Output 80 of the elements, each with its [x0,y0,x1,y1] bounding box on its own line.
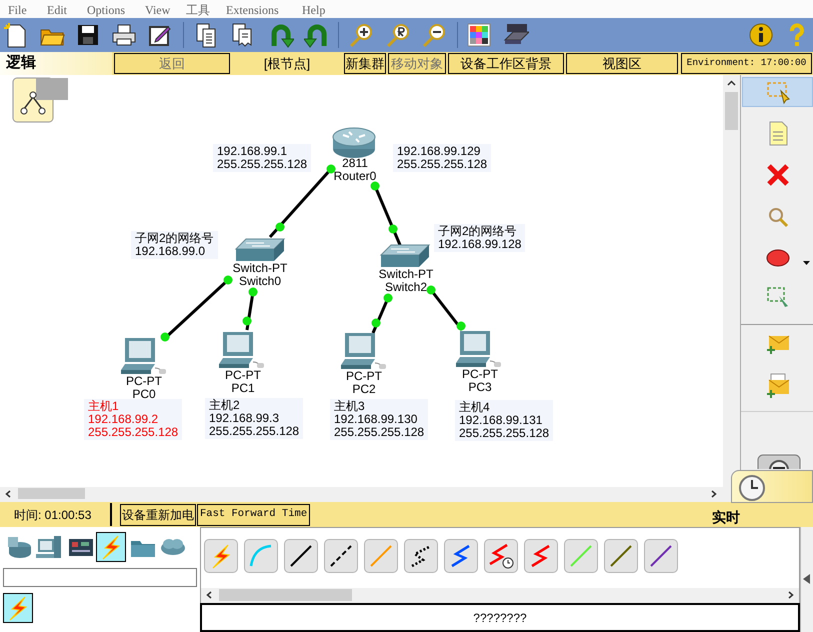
realtime-mode-label: 实时 [712,508,740,527]
device-name-label: PC1 [231,382,255,395]
computer-icon[interactable] [341,331,387,371]
annotation-note[interactable]: 主机1 192.168.99.2 255.255.255.128 [84,399,182,440]
device-model-label: PC-PT [126,375,162,388]
status-field: ???????? [200,603,800,632]
palette-icon[interactable] [466,22,492,48]
environment-time[interactable]: Environment: 17:00:00 [681,53,812,74]
logical-mode-tab[interactable]: 逻辑 [0,52,112,75]
annotation-note[interactable]: 主机4 192.168.99.131 255.255.255.128 [455,400,554,441]
dropdown-caret-icon[interactable] [803,261,810,265]
scrollbar-thumb[interactable] [18,488,85,499]
device-model-label: Switch-PT [378,268,434,281]
device-model-label: PC-PT [225,369,261,382]
zoom-out-icon[interactable] [421,22,447,48]
device-name-label: PC3 [468,381,492,394]
logical-view-icon[interactable] [12,77,70,124]
menu-item[interactable]: Options [87,1,126,19]
link-line[interactable] [370,182,402,246]
fast-forward-button[interactable]: Fast Forward Time [197,504,310,526]
zoom-reset-icon[interactable] [385,22,411,48]
menu-item[interactable]: Extensions [226,1,279,19]
link-line[interactable] [426,286,466,331]
device-name-label: Switch0 [238,275,282,288]
annotation-note[interactable]: 192.168.99.1 255.255.255.128 [213,144,312,172]
link-line[interactable] [242,288,258,330]
clock-icon [738,474,766,502]
print-icon[interactable] [111,22,137,48]
info-icon[interactable] [748,22,774,48]
switch-icon[interactable] [234,237,286,263]
scrollbar-thumb[interactable] [219,589,352,601]
computer-icon [35,533,63,561]
scroll-right-icon[interactable] [711,490,717,498]
scrollbar-thumb[interactable] [725,92,738,130]
collapse-arrow-icon[interactable] [803,574,811,584]
device-search-field[interactable] [3,568,197,587]
toolbar-button[interactable]: 视图区 [566,53,678,74]
switch-icon[interactable] [379,243,431,269]
device-model-label: PC-PT [462,368,498,381]
cable-scrollbar[interactable] [200,588,800,603]
menu-item[interactable]: View [145,1,170,19]
device-name-label: Router0 [334,170,376,183]
device-model-label: Switch-PT [232,262,288,275]
computer-icon[interactable] [219,330,265,370]
annotation-note[interactable]: 主机3 192.168.99.130 255.255.255.128 [330,399,428,440]
toolbar-button[interactable]: 设备工作区背景 [448,53,564,74]
device-model-label: PC-PT [346,370,382,383]
device-model-label: 2811 [342,157,368,170]
realtime-tab[interactable] [731,470,813,503]
link-line[interactable] [160,276,232,342]
simulation-time: 时间: 01:00:53 [13,506,92,524]
stopwatch-icon[interactable] [757,454,801,469]
scroll-left-icon[interactable] [5,490,11,498]
delete-icon [764,162,790,188]
computer-icon[interactable] [456,329,502,369]
breadcrumb-label: [根节点] [262,54,312,73]
annotation-note[interactable]: 子网2的网络号 192.168.99.0 [131,231,218,259]
zoom-in-icon[interactable] [348,22,374,48]
menu-item[interactable]: 工具 [186,1,210,19]
scroll-left-icon[interactable] [206,591,212,599]
device-button[interactable] [3,593,33,623]
annotation-note[interactable]: 192.168.99.129 255.255.255.128 [393,144,492,172]
device-category-button[interactable] [96,532,126,562]
device-name-label: PC2 [352,383,376,396]
link-line[interactable] [372,294,392,334]
menu-item[interactable]: Edit [47,1,67,19]
save-icon[interactable] [75,22,101,48]
scroll-up-icon[interactable] [727,80,736,86]
scroll-right-icon[interactable] [788,591,794,599]
device-name-label: Switch2 [384,281,428,294]
toolbar-button[interactable]: 新集群 [344,53,386,74]
menu-item[interactable]: File [8,1,27,19]
annotation-note[interactable]: 主机2 192.168.99.3 255.255.255.128 [205,398,304,439]
power-cycle-button[interactable]: 设备重新加电 [120,504,196,526]
computer-icon[interactable] [121,336,167,376]
menu-item[interactable]: Help [302,1,326,19]
router-icon[interactable] [331,127,377,159]
device-name-label: PC0 [132,388,156,401]
add-complex-pdu-icon [764,372,790,398]
annotation-note[interactable]: 子网2的网络号 192.168.99.128 [434,224,526,252]
